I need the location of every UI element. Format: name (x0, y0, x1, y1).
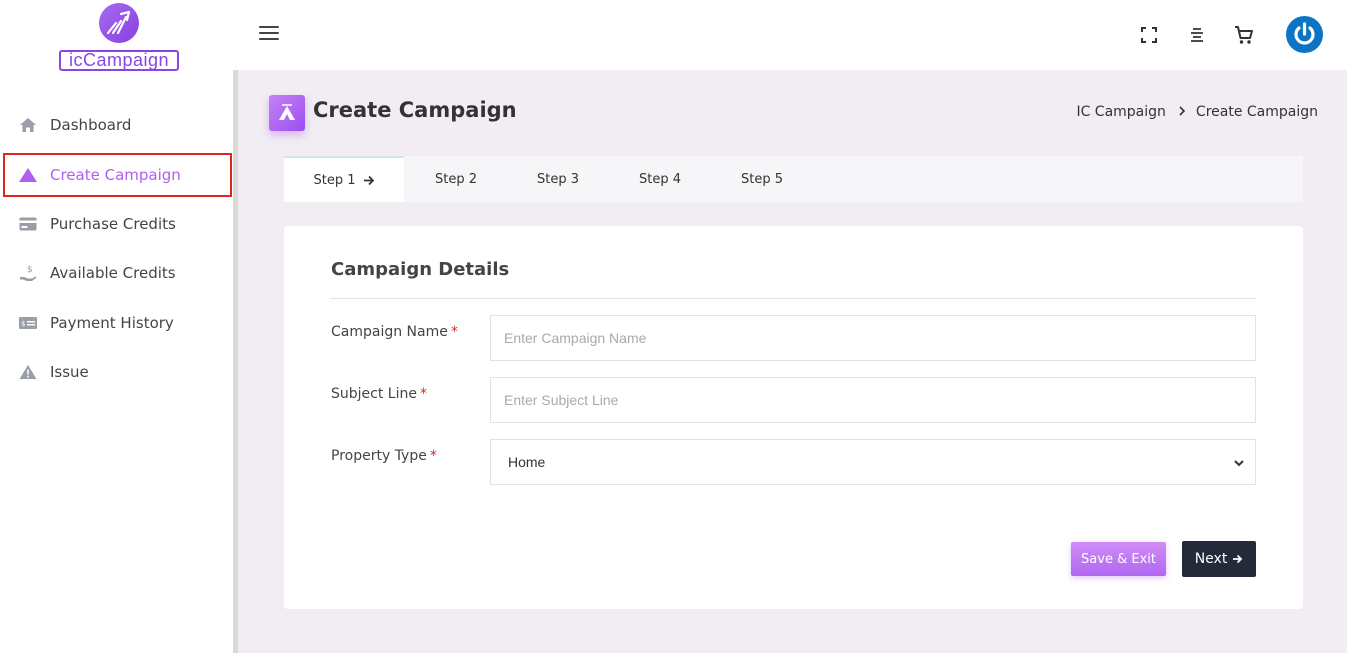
breadcrumb: IC Campaign Create Campaign (1076, 104, 1318, 120)
step-label: Step 1 (313, 172, 356, 188)
top-header (233, 0, 1347, 70)
sidebar-item-dashboard[interactable]: Dashboard (0, 103, 233, 147)
sidebar-item-label: Dashboard (50, 116, 132, 134)
step-label: Step 2 (434, 171, 477, 187)
chevron-down-icon (1233, 456, 1245, 468)
required-marker: * (429, 448, 437, 464)
sidebar-item-label: Purchase Credits (50, 215, 176, 233)
breadcrumb-item-home[interactable]: IC Campaign (1076, 104, 1165, 120)
campaign-details-card: Campaign Details Campaign Name* Subject … (284, 226, 1303, 609)
step-label: Step 4 (638, 171, 681, 187)
page-title: Create Campaign (313, 98, 517, 122)
divider (330, 298, 1256, 299)
subject-line-label: Subject Line * (331, 386, 427, 402)
cart-icon[interactable] (1233, 24, 1255, 46)
hamburger-menu-icon[interactable] (259, 26, 279, 44)
required-marker: * (450, 324, 458, 340)
credit-card-icon (18, 214, 38, 234)
tab-step-3[interactable]: Step 3 (508, 156, 608, 202)
tab-step-4[interactable]: Step 4 (610, 156, 710, 202)
sidebar: icCampaign Dashboard Create Campaign Pur… (0, 0, 233, 653)
home-icon (18, 115, 38, 135)
warning-icon (18, 362, 38, 382)
next-button-label: Next (1194, 551, 1228, 567)
tab-step-2[interactable]: Step 2 (406, 156, 506, 202)
sidebar-item-label: Payment History (50, 314, 174, 332)
sidebar-item-label: Create Campaign (50, 166, 181, 184)
sidebar-item-purchase-credits[interactable]: Purchase Credits (0, 202, 233, 246)
svg-text:$: $ (21, 320, 25, 328)
align-center-icon[interactable] (1186, 24, 1208, 46)
logo-mark-icon (99, 3, 139, 43)
card-title: Campaign Details (331, 259, 510, 280)
hand-coin-icon: $ (18, 263, 38, 283)
property-type-select[interactable]: Home (490, 439, 1256, 485)
next-button[interactable]: Next (1182, 541, 1256, 577)
fullscreen-icon[interactable] (1138, 24, 1160, 46)
step-label: Step 5 (740, 171, 783, 187)
campaign-name-label: Campaign Name * (331, 324, 458, 340)
power-icon[interactable] (1286, 16, 1323, 53)
sidebar-item-label: Available Credits (50, 264, 176, 282)
breadcrumb-item-current: Create Campaign (1195, 104, 1318, 120)
subject-line-input[interactable] (490, 377, 1256, 423)
tab-step-5[interactable]: Step 5 (712, 156, 812, 202)
logo-text: icCampaign (59, 50, 179, 71)
sidebar-item-issue[interactable]: Issue (0, 350, 233, 394)
sidebar-item-label: Issue (50, 363, 89, 381)
svg-text:$: $ (27, 265, 33, 275)
arrow-right-icon (1232, 554, 1243, 564)
step-tabs: Step 1 Step 2 Step 3 Step 4 Step 5 (284, 156, 1303, 202)
chevron-right-icon (1178, 105, 1186, 119)
required-marker: * (419, 386, 427, 402)
sidebar-item-available-credits[interactable]: $ Available Credits (0, 251, 233, 295)
sidebar-item-create-campaign[interactable]: Create Campaign (3, 153, 232, 197)
mountain-icon (18, 165, 38, 185)
sidebar-scrollbar[interactable] (233, 70, 238, 653)
save-exit-button[interactable]: Save & Exit (1071, 542, 1166, 576)
tab-step-1[interactable]: Step 1 (284, 156, 404, 202)
arrow-right-icon (363, 175, 375, 186)
brand-logo[interactable]: icCampaign (57, 3, 181, 71)
sidebar-item-payment-history[interactable]: $ Payment History (0, 301, 233, 345)
page-title-icon (269, 95, 305, 131)
property-type-label: Property Type * (331, 448, 437, 464)
step-label: Step 3 (536, 171, 579, 187)
money-bill-icon: $ (18, 313, 38, 333)
property-type-value: Home (508, 454, 546, 470)
campaign-name-input[interactable] (490, 315, 1256, 361)
